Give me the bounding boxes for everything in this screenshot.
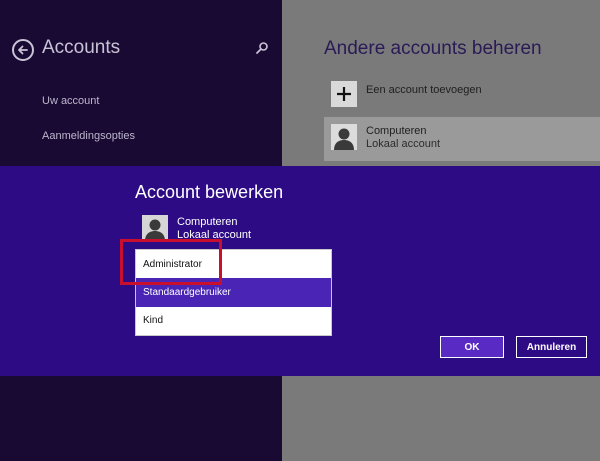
option-kind[interactable]: Kind <box>136 306 331 335</box>
option-standaardgebruiker[interactable]: Standaardgebruiker <box>136 278 331 307</box>
edit-account-dialog: Account bewerken Computeren Lokaal accou… <box>0 166 600 376</box>
account-name: Computeren <box>366 125 427 137</box>
back-arrow-icon[interactable] <box>12 39 34 61</box>
nav-item-uw-account[interactable]: Uw account <box>42 95 99 107</box>
account-type: Lokaal account <box>366 138 440 150</box>
account-list-item[interactable]: Computeren Lokaal account <box>324 117 600 161</box>
dialog-title: Account bewerken <box>135 182 284 202</box>
cancel-button[interactable]: Annuleren <box>516 336 587 358</box>
dialog-account-type: Lokaal account <box>177 229 251 241</box>
settings-left-pane-bottom <box>0 376 282 461</box>
option-administrator[interactable]: Administrator <box>136 250 331 279</box>
section-title: Andere accounts beheren <box>324 38 542 59</box>
user-avatar-icon <box>142 215 168 241</box>
account-type-dropdown[interactable]: Administrator Standaardgebruiker Kind <box>135 249 332 336</box>
ok-button[interactable]: OK <box>440 336 504 358</box>
plus-icon[interactable] <box>331 81 357 107</box>
settings-right-pane-bottom <box>282 376 600 461</box>
nav-item-aanmeldingsopties[interactable]: Aanmeldingsopties <box>42 130 135 142</box>
add-account-button[interactable]: Een account toevoegen <box>366 84 482 96</box>
user-avatar-icon <box>331 124 357 150</box>
search-icon[interactable] <box>255 41 269 55</box>
dialog-account-name: Computeren <box>177 216 238 228</box>
page-title: Accounts <box>42 37 121 58</box>
